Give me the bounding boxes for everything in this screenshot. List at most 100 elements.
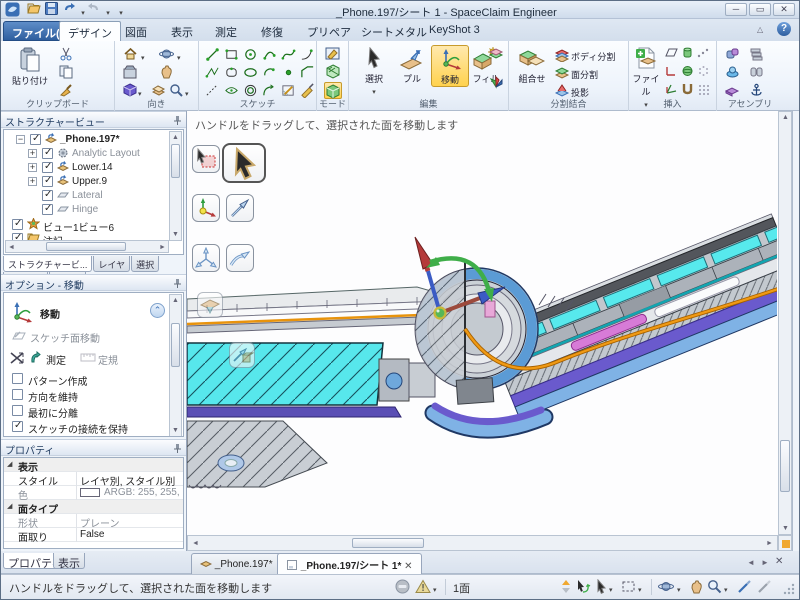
scroll-down-arrow[interactable]: ▼ [170,425,181,436]
doc-tab-prev-icon[interactable]: ◄ [747,558,755,567]
restore-button[interactable]: ▭ [749,3,771,16]
sketch-project-icon[interactable] [300,83,315,98]
close-button[interactable]: ✕ [773,3,795,16]
insert-sphere-icon[interactable] [681,65,696,80]
pattern-label[interactable]: パターン作成 [28,373,88,388]
insert-points-icon[interactable] [697,47,712,62]
tree-checkbox[interactable] [42,148,53,159]
combine-button[interactable]: 組合せ [513,45,551,85]
direction-arrow-button[interactable] [226,194,254,222]
app-logo-icon[interactable] [5,2,21,17]
pan-icon[interactable] [159,65,174,80]
sketch-trim-icon[interactable] [281,83,296,98]
select-component-button[interactable] [192,145,220,173]
tab-display-panel[interactable]: 表示 [53,553,85,569]
scroll-up-arrow[interactable]: ▲ [780,112,791,123]
assembly-tangent-icon[interactable] [749,65,764,80]
stop-icon[interactable] [395,579,411,595]
property-section-facetype[interactable]: 面タイプ [4,500,183,514]
resize-grip[interactable] [783,583,799,599]
doc-tab-next-icon[interactable]: ► [761,558,769,567]
sketch-ellipse-icon[interactable] [243,65,258,80]
tree-item-label[interactable]: Upper.9 [72,176,107,187]
property-row-shape[interactable]: 形状プレーン [4,514,183,528]
cut-icon[interactable] [59,47,74,62]
property-value[interactable]: ARGB: 255, 255, 25 [104,487,182,498]
scroll-right-arrow[interactable]: ► [157,242,168,253]
orbit-dropdown[interactable] [677,583,681,595]
warning-icon[interactable] [415,579,431,595]
scroll-right-arrow[interactable]: ► [764,538,775,549]
expander-icon[interactable] [16,135,25,144]
tab-display[interactable]: 表示 [163,21,201,41]
selection-box-icon[interactable] [621,579,637,595]
detach-first-checkbox[interactable] [12,405,23,416]
sketch-tangent-arc-icon[interactable] [300,47,315,62]
tab-layers[interactable]: レイヤ [93,256,130,272]
property-section-display[interactable]: 表示 [4,458,183,472]
model-viewport[interactable]: ハンドルをドラッグして、選択された面を移動します ▲ ▼ ◄ ► [187,111,793,551]
format-painter-icon[interactable] [59,83,74,98]
anchor-icon[interactable] [749,83,764,98]
pin-icon[interactable] [172,115,182,125]
split-body-icon[interactable] [555,48,570,63]
spin-icon[interactable] [159,47,174,62]
scroll-thumb[interactable] [171,323,180,367]
color-swatch[interactable] [80,488,100,497]
ruler-move-icon[interactable] [10,351,26,365]
sketch-chamfer-icon[interactable] [300,65,315,80]
expander-icon[interactable] [28,177,37,186]
scroll-thumb[interactable] [171,144,180,178]
tab-measure[interactable]: 測定 [207,21,245,41]
move-ghost-button[interactable] [229,342,255,368]
tree-item-label[interactable]: Hinge [72,204,98,215]
tree-checkbox[interactable] [12,219,23,230]
measure-pen-icon[interactable] [737,579,753,595]
detach-first-label[interactable]: 最初に分離 [28,405,78,420]
keep-orientation-label[interactable]: 方向を維持 [28,389,78,404]
assembly-align-icon[interactable] [725,47,740,62]
tree-item-label[interactable]: ビュー1ビュー6 [43,219,114,234]
fulcrum-button[interactable] [192,244,220,272]
assembly-orient-icon[interactable] [725,65,740,80]
tab-prepare[interactable]: プリペア [299,21,359,41]
property-value[interactable]: False [80,529,180,540]
scroll-down-arrow[interactable]: ▼ [780,523,791,534]
move-button[interactable]: 移動 [431,45,469,87]
snapshot-icon[interactable] [123,65,138,80]
doc-tab-model[interactable]: _Phone.197* [191,553,282,574]
sketch-line-icon[interactable] [205,47,220,62]
sketch-polyline-icon[interactable] [205,65,220,80]
scroll-thumb[interactable] [780,440,790,492]
paste-button[interactable]: 貼り付け [7,45,53,87]
help-icon[interactable]: ? [777,22,791,36]
select-button[interactable]: 選択 [355,45,393,97]
home-view-icon[interactable] [123,47,138,62]
sketch-construction-line-icon[interactable] [205,83,220,98]
measure-label[interactable]: 測定 [46,352,66,367]
tree-checkbox[interactable] [42,162,53,173]
insert-point-ring-icon[interactable] [697,65,712,80]
tree-checkbox[interactable] [42,176,53,187]
remember-orientation-label[interactable]: 向きを記憶 [12,435,62,437]
zoom-extents-icon[interactable] [169,83,184,98]
copy-icon[interactable] [59,65,74,80]
curved-move-button[interactable] [226,244,254,272]
split-body-label[interactable]: ボディ分割 [571,50,615,63]
collapse-section-icon[interactable]: ⌃ [150,303,165,318]
canvas-horizontal-scrollbar[interactable]: ◄ ► [187,535,778,551]
move-triad-button[interactable] [192,194,220,222]
scroll-left-arrow[interactable]: ◄ [6,242,17,253]
tab-keyshot[interactable]: KeyShot 3 [421,21,488,41]
split-face-label[interactable]: 面分割 [571,68,598,81]
doc-tab-close-icon[interactable]: ✕ [404,561,412,572]
split-face-icon[interactable] [555,66,570,81]
insert-coordinate-icon[interactable] [665,83,680,98]
view-cube-icon[interactable] [123,83,138,98]
assembly-gear-icon[interactable] [725,83,740,98]
fill-ghost-button[interactable] [197,292,223,318]
quick-access-more[interactable] [113,5,129,20]
canvas-vertical-scrollbar[interactable]: ▲ ▼ [778,111,792,535]
sketch-fillet-icon[interactable] [262,83,277,98]
zoom-icon[interactable] [707,579,723,595]
